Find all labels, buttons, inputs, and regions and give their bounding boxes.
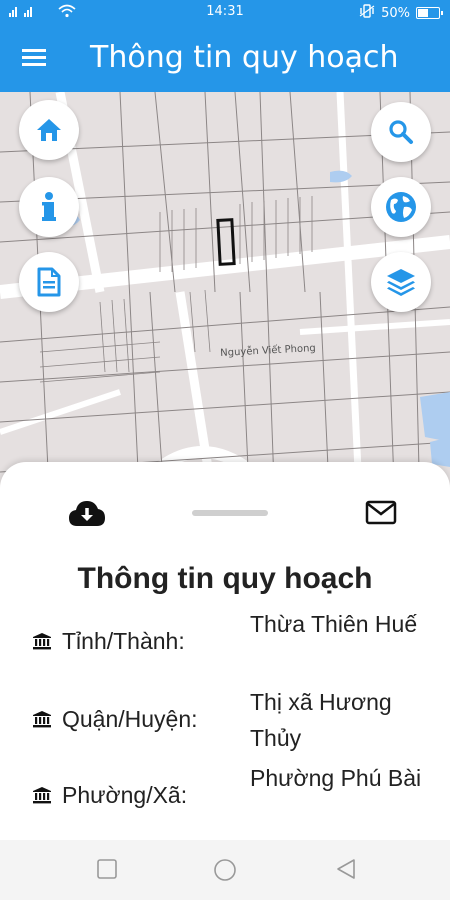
- globe-button[interactable]: [371, 177, 431, 237]
- recent-apps-icon[interactable]: [96, 858, 118, 884]
- row-label: Tỉnh/Thành:: [62, 628, 185, 654]
- battery-fill: [418, 9, 428, 17]
- row-value: Phường Phú Bài: [250, 765, 422, 791]
- globe-icon: [385, 191, 417, 223]
- bank-icon: [32, 632, 52, 654]
- layers-icon: [385, 267, 417, 297]
- battery-icon: [416, 7, 443, 19]
- status-bar: 14:31 50%: [0, 0, 450, 24]
- home-circle-icon[interactable]: [213, 858, 237, 886]
- app-title: Thông tin quy hoạch: [90, 40, 399, 75]
- info-icon: [39, 191, 59, 223]
- hamburger-menu-icon[interactable]: [18, 44, 52, 72]
- sheet-drag-handle[interactable]: [192, 510, 268, 516]
- search-icon: [388, 119, 414, 145]
- layers-button[interactable]: [371, 252, 431, 312]
- back-icon[interactable]: [335, 858, 357, 884]
- status-right: 50%: [359, 4, 443, 22]
- info-bottom-sheet[interactable]: Thông tin quy hoạch Tỉnh/Thành: Thừa Thi…: [0, 462, 450, 840]
- sheet-title: Thông tin quy hoạch: [77, 562, 373, 595]
- map-view[interactable]: Nguyễn Viết Phong: [0, 92, 450, 512]
- document-icon: [37, 267, 61, 297]
- app-bar: Thông tin quy hoạch: [0, 24, 450, 92]
- row-value: Thừa Thiên Huế: [250, 611, 418, 637]
- row-label: Phường/Xã:: [62, 782, 188, 808]
- bank-icon: [32, 710, 52, 732]
- bank-icon: [32, 786, 52, 808]
- home-icon: [35, 117, 63, 143]
- system-nav-bar: [0, 840, 450, 900]
- vibrate-icon: [359, 4, 375, 22]
- cloud-download-icon[interactable]: [68, 498, 106, 532]
- document-button[interactable]: [19, 252, 79, 312]
- info-button[interactable]: [19, 177, 79, 237]
- battery-percent: 50%: [381, 5, 410, 21]
- home-button[interactable]: [19, 100, 79, 160]
- row-label: Quận/Huyện:: [62, 706, 198, 732]
- mail-icon[interactable]: [365, 500, 397, 530]
- search-button[interactable]: [371, 102, 431, 162]
- row-value: Thị xã Hương Thủy: [250, 689, 392, 751]
